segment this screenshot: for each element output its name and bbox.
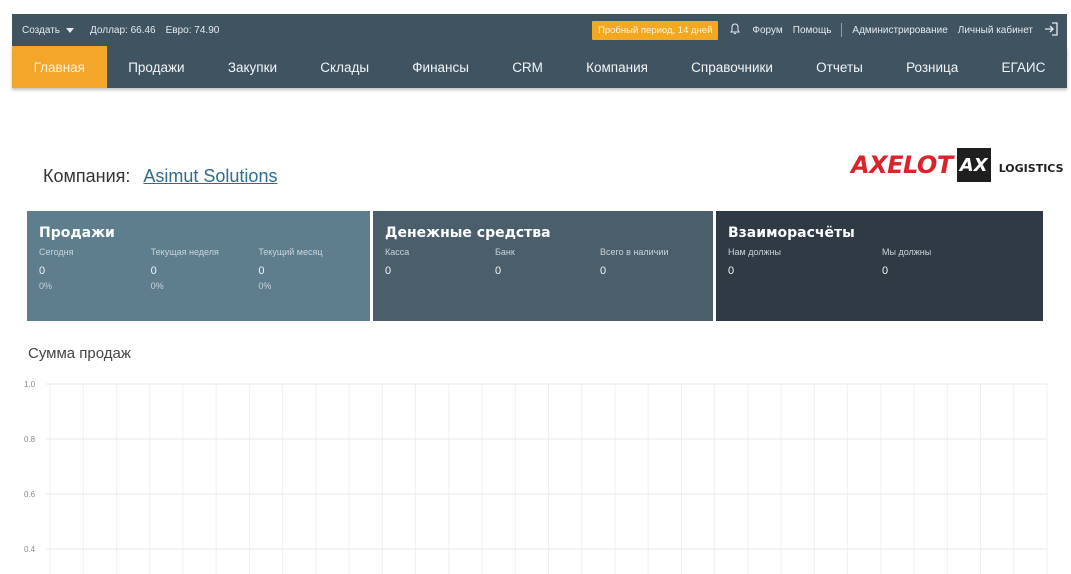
- sales-week: Текущая неделя 0 0%: [151, 247, 259, 291]
- nav-item-reports[interactable]: Отчеты: [795, 46, 885, 88]
- money-cash: Касса 0: [385, 247, 495, 281]
- logo-suffix: LOGISTICS: [998, 161, 1064, 175]
- nav-item-company[interactable]: Компания: [565, 46, 670, 88]
- logo-mark: AX: [956, 148, 991, 182]
- top-bar: Создать Доллар: 66.46 Евро: 74.90 Пробны…: [12, 14, 1067, 46]
- nav-item-crm[interactable]: CRM: [491, 46, 565, 88]
- company-row: Компания: Asimut Solutions: [43, 166, 277, 187]
- help-link[interactable]: Помощь: [793, 25, 832, 36]
- chart-title: Сумма продаж: [28, 345, 131, 362]
- company-logo: AXELOT AX LOGISTICS: [851, 148, 1064, 182]
- company-name-link[interactable]: Asimut Solutions: [143, 166, 277, 186]
- caption: Мы должны: [881, 247, 932, 257]
- logout-icon[interactable]: [1043, 21, 1059, 40]
- chart-svg: 1.0 0.8 0.6 0.4: [24, 380, 1048, 574]
- caption: Банк: [495, 247, 515, 257]
- nav-item-home[interactable]: Главная: [12, 46, 107, 88]
- nav-item-directories[interactable]: Справочники: [670, 46, 795, 88]
- cabinet-link[interactable]: Личный кабинет: [958, 25, 1033, 36]
- main-nav: Главная Продажи Закупки Склады Финансы C…: [12, 46, 1067, 88]
- bell-icon[interactable]: [728, 22, 742, 39]
- money-total: Всего в наличии 0: [600, 247, 700, 281]
- sales-month: Текущий месяц 0 0%: [258, 247, 358, 291]
- eur-rate: Евро: 74.90: [165, 24, 220, 36]
- card-title: Денежные средства: [385, 225, 551, 241]
- y-tick-label: 1.0: [24, 380, 36, 389]
- value: 0: [150, 265, 157, 277]
- nav-item-egais[interactable]: ЕГАИС: [980, 46, 1067, 88]
- card-title: Взаиморасчёты: [728, 225, 855, 241]
- forum-link[interactable]: Форум: [752, 25, 782, 36]
- nav-item-purchases[interactable]: Закупки: [206, 46, 298, 88]
- caption: Текущий месяц: [258, 247, 323, 257]
- percent: 0%: [39, 281, 53, 291]
- sales-chart: 1.0 0.8 0.6 0.4: [22, 370, 1057, 574]
- chevron-down-icon: [66, 27, 75, 33]
- nav-item-sales[interactable]: Продажи: [107, 46, 207, 88]
- trial-period-badge[interactable]: Пробный период, 14 дней: [592, 20, 719, 40]
- create-label: Создать: [22, 24, 61, 36]
- logo-brand: AXELOT: [851, 151, 953, 179]
- caption: Касса: [385, 247, 410, 257]
- value: 0: [39, 265, 46, 277]
- card-title: Продажи: [39, 225, 115, 241]
- divider: [841, 23, 843, 37]
- percent: 0%: [150, 281, 164, 291]
- value: 0: [385, 265, 392, 277]
- money-bank: Банк 0: [495, 247, 600, 281]
- value: 0: [881, 265, 889, 277]
- admin-link[interactable]: Администрирование: [852, 25, 947, 36]
- owed-to-us: Нам должны 0: [728, 247, 882, 281]
- create-dropdown[interactable]: Создать: [22, 24, 75, 36]
- company-label: Компания:: [43, 166, 131, 186]
- y-tick-label: 0.4: [24, 545, 36, 554]
- value: 0: [728, 265, 735, 277]
- sales-card[interactable]: Продажи Сегодня 0 0% Текущая неделя 0 0%…: [27, 211, 370, 321]
- y-tick-label: 0.6: [24, 490, 36, 499]
- caption: Нам должны: [728, 247, 781, 257]
- value: 0: [495, 265, 502, 277]
- value: 0: [258, 265, 265, 277]
- value: 0: [600, 265, 607, 277]
- nav-item-finance[interactable]: Финансы: [391, 46, 491, 88]
- page: Создать Доллар: 66.46 Евро: 74.90 Пробны…: [0, 0, 1071, 574]
- nav-item-warehouses[interactable]: Склады: [299, 46, 391, 88]
- caption: Всего в наличии: [600, 247, 669, 257]
- caption: Сегодня: [39, 247, 74, 257]
- usd-rate: Доллар: 66.46: [90, 24, 156, 36]
- we-owe: Мы должны 0: [882, 247, 1031, 281]
- percent: 0%: [258, 281, 272, 291]
- nav-item-retail[interactable]: Розница: [884, 46, 979, 88]
- caption: Текущая неделя: [150, 247, 219, 257]
- y-tick-label: 0.8: [24, 435, 36, 444]
- sales-today: Сегодня 0 0%: [39, 247, 151, 291]
- money-card[interactable]: Денежные средства Касса 0 Банк 0 Всего в…: [373, 211, 713, 321]
- settlements-card[interactable]: Взаиморасчёты Нам должны 0 Мы должны 0: [716, 211, 1043, 321]
